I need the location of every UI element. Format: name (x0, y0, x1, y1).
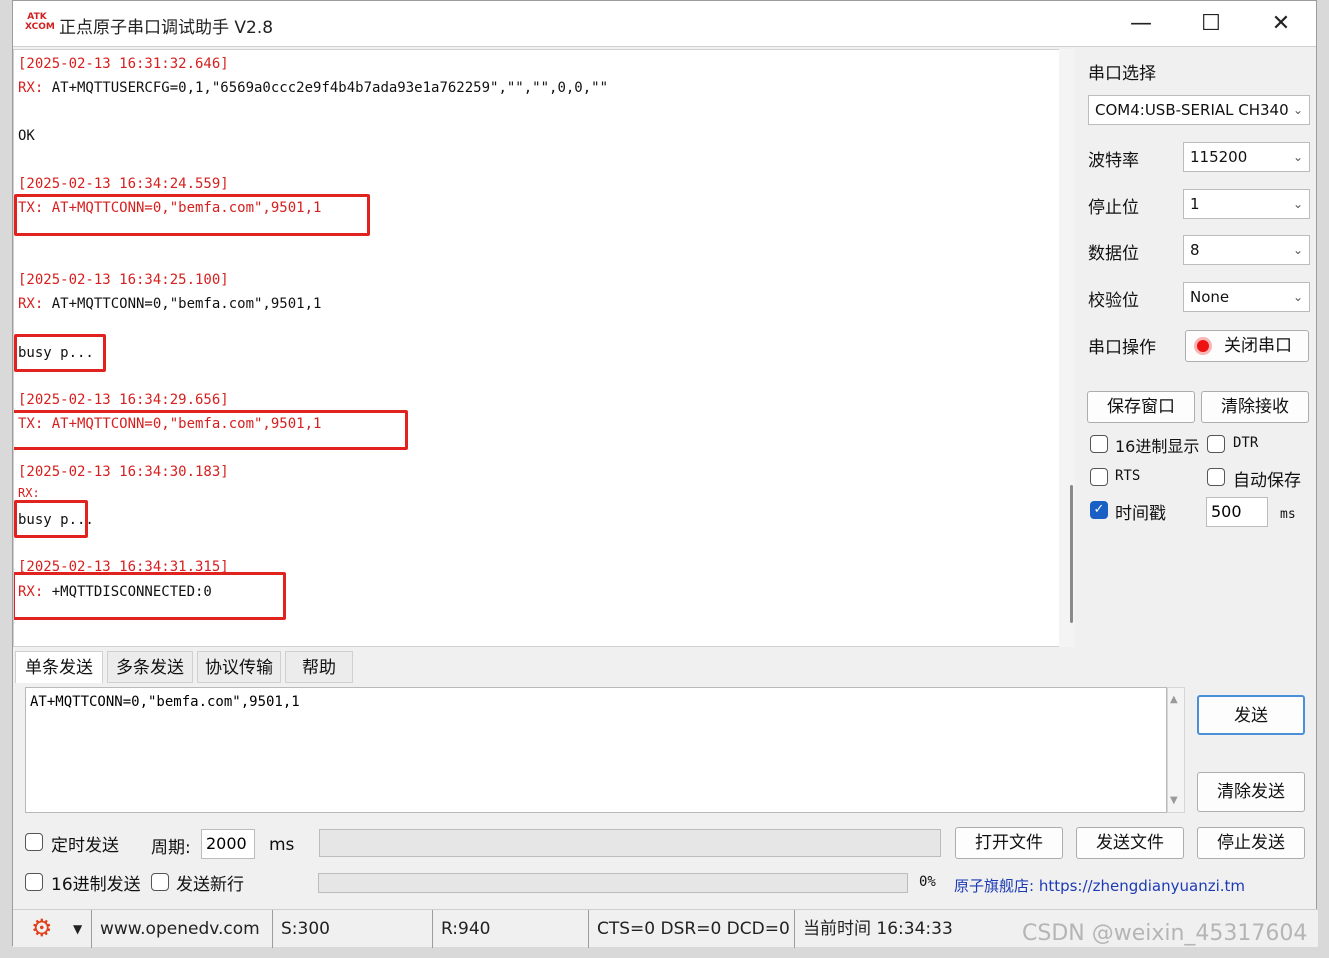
hex-display-label: 16进制显示 (1115, 437, 1200, 456)
log-line: [2025-02-13 16:34:30.183] (18, 464, 229, 480)
maximize-icon[interactable]: ☐ (1189, 9, 1233, 39)
stop-send-button[interactable]: 停止发送 (1197, 827, 1305, 859)
timed-send-label: 定时发送 (51, 836, 119, 856)
chevron-down-icon: ▼ (73, 922, 83, 936)
chevron-down-icon: ⌄ (1292, 243, 1303, 257)
highlight-box (14, 334, 106, 372)
auto-save-label: 自动保存 (1233, 471, 1301, 491)
tab-protocol[interactable]: 协议传输 (197, 651, 281, 683)
port-op-label: 串口操作 (1088, 338, 1156, 358)
minimize-icon[interactable]: — (1119, 9, 1163, 39)
log-line: RX: (18, 486, 40, 500)
send-newline-label: 发送新行 (176, 875, 244, 895)
tab-help[interactable]: 帮助 (285, 651, 353, 683)
save-window-button[interactable]: 保存窗口 (1087, 391, 1195, 423)
baud-label: 波特率 (1088, 151, 1139, 171)
line-status: CTS=0 DSR=0 DCD=0 (589, 910, 795, 948)
log-scrollbar-thumb[interactable] (1070, 485, 1073, 623)
port-select[interactable]: COM4:USB-SERIAL CH340 ⌄ (1088, 95, 1310, 125)
parity-select[interactable]: None ⌄ (1183, 282, 1310, 312)
highlight-box (14, 572, 286, 620)
scroll-up-icon[interactable]: ▲ (1170, 694, 1178, 705)
data-bits-label: 数据位 (1088, 244, 1139, 264)
hex-send-checkbox[interactable] (25, 873, 43, 891)
tab-multi-send[interactable]: 多条发送 (107, 651, 193, 683)
highlight-box (14, 194, 370, 236)
hex-display-checkbox[interactable] (1090, 435, 1108, 453)
desktop-background: ATK XCOM 正点原子串口调试助手 V2.8 — ☐ ✕ [2025-02-1… (0, 0, 1329, 958)
hex-send-label: 16进制发送 (51, 875, 141, 895)
scroll-down-icon[interactable]: ▼ (1170, 795, 1178, 806)
send-tabs: 单条发送 多条发送 协议传输 帮助 (13, 651, 373, 683)
log-line: [2025-02-13 16:34:29.656] (18, 392, 229, 408)
rts-checkbox[interactable] (1090, 468, 1108, 486)
receive-log[interactable]: [2025-02-13 16:31:32.646] RX: AT+MQTTUSE… (13, 49, 1075, 647)
recv-count: R:940 (433, 910, 589, 948)
log-line: RX: AT+MQTTUSERCFG=0,1,"6569a0ccc2e9f4b4… (18, 80, 609, 96)
title-bar: ATK XCOM 正点原子串口调试助手 V2.8 — ☐ ✕ (13, 1, 1316, 47)
log-line: [2025-02-13 16:34:24.559] (18, 176, 229, 192)
stop-bits-select[interactable]: 1 ⌄ (1183, 189, 1310, 219)
send-textarea[interactable]: AT+MQTTCONN=0,"bemfa.com",9501,1 (25, 687, 1167, 813)
timestamp-checkbox[interactable]: ✓ (1090, 501, 1108, 519)
auto-save-checkbox[interactable] (1207, 468, 1225, 486)
open-file-button[interactable]: 打开文件 (955, 827, 1063, 859)
chevron-down-icon: ⌄ (1292, 197, 1303, 211)
log-line: [2025-02-13 16:31:32.646] (18, 56, 229, 72)
data-bits-select[interactable]: 8 ⌄ (1183, 235, 1310, 265)
parity-label: 校验位 (1088, 291, 1139, 311)
send-button[interactable]: 发送 (1197, 695, 1305, 735)
chevron-down-icon: ⌄ (1292, 290, 1303, 304)
watermark: CSDN @weixin_45317604 (1022, 921, 1308, 946)
log-line: [2025-02-13 16:34:25.100] (18, 272, 229, 288)
file-progress-bar (318, 873, 908, 893)
log-line: OK (18, 128, 35, 144)
clear-receive-button[interactable]: 清除接收 (1201, 391, 1309, 423)
send-newline-checkbox[interactable] (151, 873, 169, 891)
port-label: 串口选择 (1088, 64, 1156, 84)
baud-select[interactable]: 115200 ⌄ (1183, 142, 1310, 172)
store-link[interactable]: 原子旗舰店: https://zhengdianyuanzi.tm (954, 875, 1245, 896)
period-unit: ms (269, 835, 295, 855)
tab-single-send[interactable]: 单条发送 (15, 651, 103, 683)
chevron-down-icon: ⌄ (1292, 103, 1303, 117)
website-label: www.openedv.com (91, 910, 273, 948)
settings-gear[interactable]: ⚙ ▼ (13, 910, 91, 948)
highlight-box (14, 500, 88, 538)
timestamp-label: 时间戳 (1115, 504, 1166, 524)
current-time: 当前时间 16:34:33 (803, 919, 953, 939)
dtr-checkbox[interactable] (1207, 435, 1225, 453)
period-input[interactable]: 2000 (201, 829, 255, 859)
app-window: ATK XCOM 正点原子串口调试助手 V2.8 — ☐ ✕ [2025-02-1… (12, 0, 1318, 948)
atk-logo-icon: ATK XCOM (25, 12, 55, 34)
window-title: 正点原子串口调试助手 V2.8 (59, 18, 274, 38)
stop-bits-label: 停止位 (1088, 198, 1139, 218)
period-label: 周期: (151, 838, 191, 858)
sent-count: S:300 (273, 910, 433, 948)
highlight-box (14, 410, 408, 450)
port-status-icon (1194, 337, 1212, 355)
progress-percent: 0% (919, 874, 936, 890)
dtr-label: DTR (1233, 435, 1259, 451)
close-icon[interactable]: ✕ (1259, 9, 1303, 39)
chevron-down-icon: ⌄ (1292, 150, 1303, 164)
timestamp-interval-input[interactable]: 500 (1206, 497, 1268, 527)
send-file-button[interactable]: 发送文件 (1076, 827, 1184, 859)
timed-send-checkbox[interactable] (25, 833, 43, 851)
send-area-bar (319, 829, 941, 857)
clear-send-button[interactable]: 清除发送 (1197, 772, 1305, 812)
log-line: RX: AT+MQTTCONN=0,"bemfa.com",9501,1 (18, 296, 322, 312)
gear-icon: ⚙ (31, 914, 53, 942)
close-port-button[interactable]: 关闭串口 (1185, 330, 1309, 362)
timestamp-unit: ms (1280, 507, 1296, 522)
send-scrollbar[interactable]: ▲ ▼ (1167, 687, 1185, 813)
rts-label: RTS (1115, 468, 1141, 484)
